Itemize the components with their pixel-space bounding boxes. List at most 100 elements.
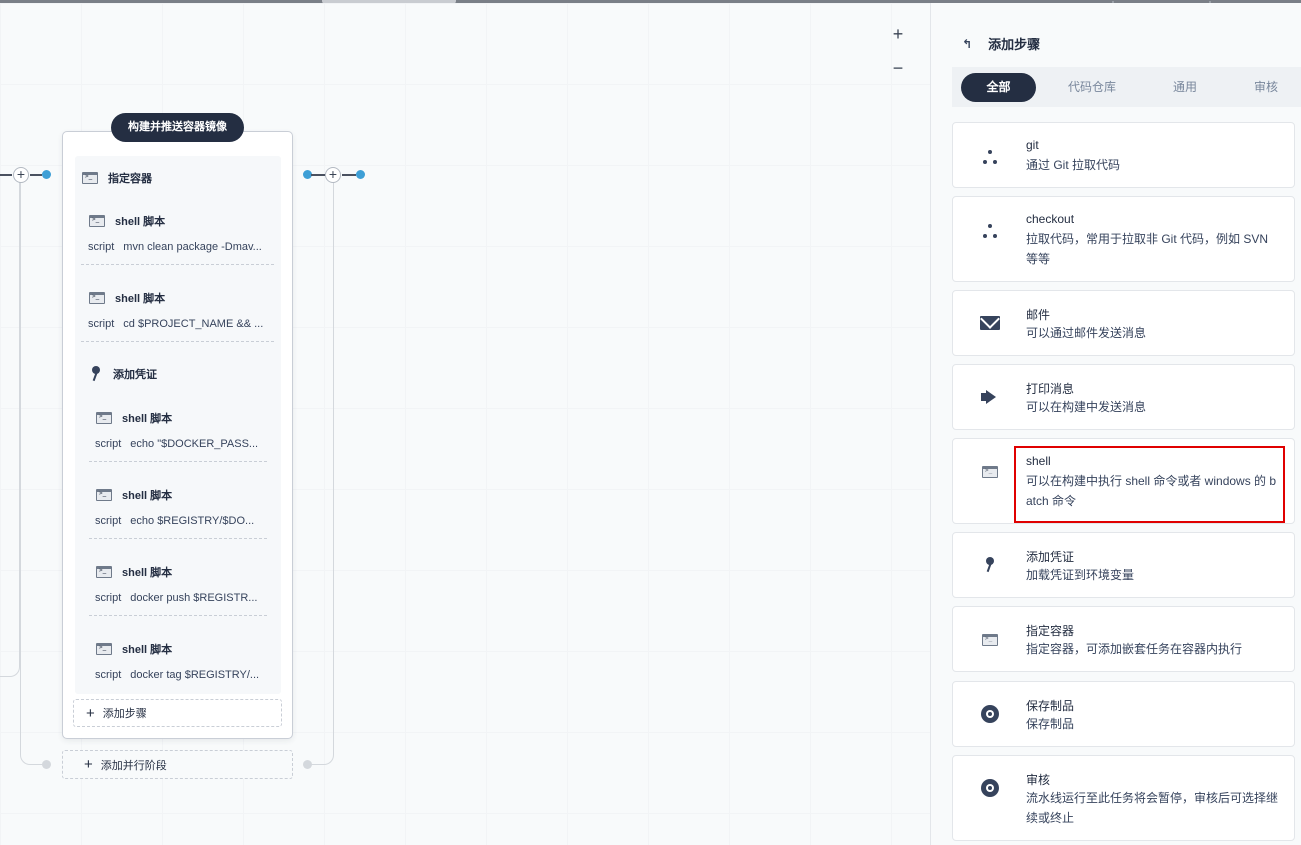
tab-review[interactable]: 审核 xyxy=(1241,73,1291,102)
step-key: script xyxy=(88,241,115,253)
terminal-icon xyxy=(979,461,1001,483)
step-card-checkout[interactable]: checkout 拉取代码，常用于拉取非 Git 代码，例如 SVN 等等 xyxy=(952,196,1295,282)
key-icon xyxy=(89,366,103,382)
step-card-archive-artifacts[interactable]: 保存制品 保存制品 xyxy=(952,681,1295,747)
connector-line xyxy=(342,174,356,176)
step-card-container[interactable]: 指定容器 指定容器，可添加嵌套任务在容器内执行 xyxy=(952,606,1295,672)
step-card-add-credential[interactable]: 添加凭证 加载凭证到环境变量 xyxy=(952,532,1295,598)
zoom-out-button[interactable]: − xyxy=(889,59,907,77)
panel-title: 添加步骤 xyxy=(988,37,1041,52)
step-detail[interactable]: script docker tag $REGISTRY/... xyxy=(95,669,269,681)
step-detail[interactable]: script mvn clean package -Dmav... xyxy=(88,241,276,253)
step-detail[interactable]: script docker push $REGISTR... xyxy=(95,592,269,604)
add-stage-button[interactable]: + xyxy=(13,167,29,183)
add-stage-button[interactable]: + xyxy=(325,167,341,183)
connector-line xyxy=(310,180,334,765)
card-desc: 保存制品 xyxy=(1026,717,1075,731)
shell-step-header[interactable]: shell 脚本 xyxy=(96,564,172,580)
container-step-label: 指定容器 xyxy=(108,173,152,185)
shell-step-header[interactable]: shell 脚本 xyxy=(89,213,165,229)
step-detail[interactable]: script cd $PROJECT_NAME && ... xyxy=(88,318,276,330)
add-step-label: 添加步骤 xyxy=(102,708,147,720)
step-value: echo "$DOCKER_PASS... xyxy=(130,438,259,450)
step-detail[interactable]: script echo "$DOCKER_PASS... xyxy=(95,438,269,450)
terminal-icon xyxy=(96,566,112,578)
step-detail[interactable]: script echo $REGISTRY/$DO... xyxy=(95,515,269,527)
connector-dot xyxy=(303,760,312,769)
shell-step-header[interactable]: shell 脚本 xyxy=(96,487,172,503)
card-desc: 加载凭证到环境变量 xyxy=(1026,568,1135,582)
card-desc: 可以通过邮件发送消息 xyxy=(1026,326,1147,340)
category-tabs: 全部 代码仓库 通用 审核 xyxy=(952,67,1301,107)
panel-header: ↰ 添加步骤 xyxy=(962,34,1040,53)
card-desc: 指定容器，可添加嵌套任务在容器内执行 xyxy=(1026,642,1243,656)
step-key: script xyxy=(95,592,122,604)
git-branch-icon xyxy=(979,146,1001,168)
step-card-print-message[interactable]: 打印消息 可以在构建中发送消息 xyxy=(952,364,1295,430)
connector-line xyxy=(0,174,12,176)
card-title: 添加凭证 xyxy=(1026,550,1075,564)
connector-line xyxy=(0,180,20,677)
divider xyxy=(89,538,267,539)
stage-title[interactable]: 构建并推送容器镜像 xyxy=(111,113,244,142)
divider xyxy=(89,461,267,462)
card-desc: 拉取代码，常用于拉取非 Git 代码，例如 SVN 等等 xyxy=(1026,232,1269,266)
connector-dot xyxy=(42,170,51,179)
tab-code-repo[interactable]: 代码仓库 xyxy=(1056,73,1128,102)
container-step-header[interactable]: 指定容器 xyxy=(82,170,152,186)
step-key: script xyxy=(95,669,122,681)
step-title: shell 脚本 xyxy=(115,293,166,305)
step-value: mvn clean package -Dmav... xyxy=(123,241,262,253)
step-card-mail[interactable]: 邮件 可以通过邮件发送消息 xyxy=(952,290,1295,356)
back-arrow-icon[interactable]: ↰ xyxy=(962,37,972,51)
step-title: shell 脚本 xyxy=(122,490,173,502)
step-key: script xyxy=(95,438,122,450)
step-value: docker push $REGISTR... xyxy=(130,592,258,604)
connector-line xyxy=(20,180,44,765)
zoom-in-button[interactable]: + xyxy=(889,25,907,43)
step-value: cd $PROJECT_NAME && ... xyxy=(123,318,264,330)
card-title: 指定容器 xyxy=(1026,624,1075,638)
tab-all[interactable]: 全部 xyxy=(961,73,1036,102)
connector-line xyxy=(311,174,325,176)
step-value: echo $REGISTRY/$DO... xyxy=(130,515,255,527)
step-title: shell 脚本 xyxy=(122,644,173,656)
shell-step-header[interactable]: shell 脚本 xyxy=(96,410,172,426)
add-parallel-stage-button[interactable]: + 添加并行阶段 xyxy=(62,750,293,779)
card-title: 打印消息 xyxy=(1026,382,1075,396)
step-value: docker tag $REGISTRY/... xyxy=(130,669,260,681)
credential-step-header[interactable]: 添加凭证 xyxy=(89,366,157,382)
git-branch-icon xyxy=(979,220,1001,242)
add-step-button[interactable]: + 添加步骤 xyxy=(73,699,282,727)
terminal-icon xyxy=(96,489,112,501)
credential-step-label: 添加凭证 xyxy=(113,369,157,381)
card-desc: 流水线运行至此任务将会暂停，审核后可选择继续或终止 xyxy=(1026,791,1279,825)
shell-step-header[interactable]: shell 脚本 xyxy=(89,290,165,306)
terminal-icon xyxy=(89,215,105,227)
step-title: shell 脚本 xyxy=(115,216,166,228)
terminal-icon xyxy=(89,292,105,304)
tab-general[interactable]: 通用 xyxy=(1158,73,1212,102)
divider xyxy=(81,264,274,265)
card-title: checkout xyxy=(1026,212,1075,226)
terminal-icon xyxy=(979,629,1001,651)
disc-icon xyxy=(979,703,1001,725)
connector-dot xyxy=(42,760,51,769)
card-title: 保存制品 xyxy=(1026,699,1075,713)
card-desc: 可以在构建中发送消息 xyxy=(1026,400,1147,414)
card-title: 审核 xyxy=(1026,773,1051,787)
card-title: 邮件 xyxy=(1026,308,1051,322)
plus-icon: + xyxy=(84,756,93,773)
divider xyxy=(81,341,274,342)
step-card-git[interactable]: git 通过 Git 拉取代码 xyxy=(952,122,1295,188)
add-parallel-label: 添加并行阶段 xyxy=(100,759,167,772)
card-title: git xyxy=(1026,138,1039,152)
terminal-icon xyxy=(82,172,98,184)
step-card-review[interactable]: 审核 流水线运行至此任务将会暂停，审核后可选择继续或终止 xyxy=(952,755,1295,841)
key-icon xyxy=(979,554,1001,576)
connector-dot xyxy=(356,170,365,179)
terminal-icon xyxy=(96,643,112,655)
step-title: shell 脚本 xyxy=(122,567,173,579)
highlight-box xyxy=(1014,446,1285,523)
shell-step-header[interactable]: shell 脚本 xyxy=(96,641,172,657)
